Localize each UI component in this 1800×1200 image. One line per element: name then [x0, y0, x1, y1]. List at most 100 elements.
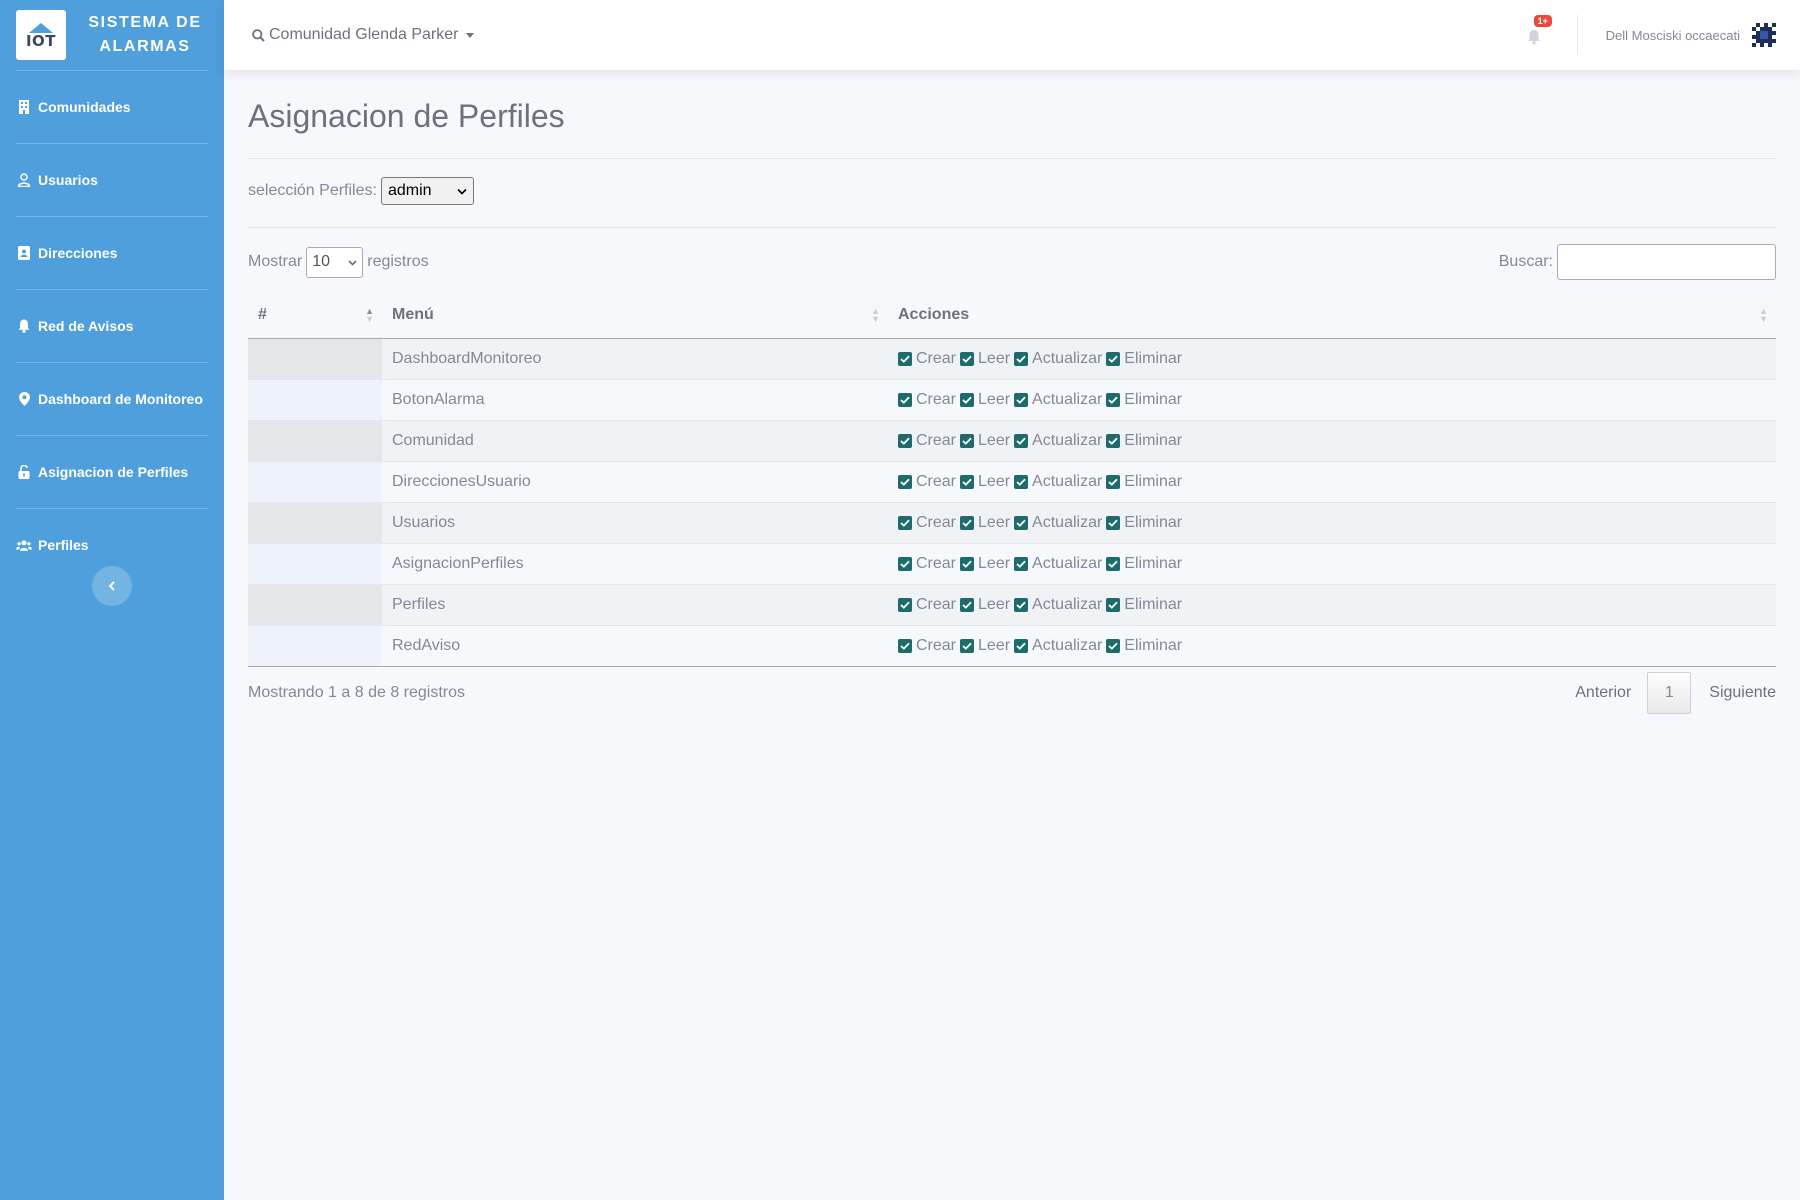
- table-row: AsignacionPerfiles Crear Leer Actualizar Eli…: [248, 543, 1776, 585]
- permission-checkbox[interactable]: [1106, 474, 1121, 489]
- sidebar-item-usuarios[interactable]: Usuarios: [0, 144, 224, 216]
- users-icon: [16, 537, 32, 553]
- permission-checkbox[interactable]: [1014, 515, 1029, 530]
- brand-title: SISTEMA DE ALARMAS: [88, 14, 202, 55]
- column-header-label: #: [258, 305, 267, 323]
- permission-label: Crear: [916, 513, 957, 531]
- permission-checkbox[interactable]: [1014, 351, 1029, 366]
- permission-checkbox[interactable]: [1106, 433, 1121, 448]
- community-dropdown[interactable]: Comunidad Glenda Parker: [252, 26, 475, 44]
- permission-label: Crear: [916, 349, 957, 367]
- permission-checkbox[interactable]: [1014, 474, 1029, 489]
- menu-cell: AsignacionPerfiles: [382, 543, 888, 585]
- permission-checkbox[interactable]: [960, 351, 975, 366]
- menu-cell: Perfiles: [382, 584, 888, 626]
- permission-checkbox[interactable]: [960, 638, 975, 653]
- sidebar-item-comunidades[interactable]: Comunidades: [0, 71, 224, 143]
- permission-checkbox[interactable]: [960, 597, 975, 612]
- permission-checkbox[interactable]: [1106, 556, 1121, 571]
- permission-checkbox[interactable]: [1014, 556, 1029, 571]
- brand[interactable]: IOT SISTEMA DE ALARMAS: [0, 0, 224, 70]
- permission-checkbox[interactable]: [960, 515, 975, 530]
- table-header-row: # ▲ ▼ Menú ▲ ▼ Acciones ▲ ▼: [248, 292, 1776, 339]
- column-header-menu[interactable]: Menú ▲ ▼: [382, 292, 888, 339]
- permission-checkbox[interactable]: [1106, 515, 1121, 530]
- permission-checkbox[interactable]: [898, 597, 912, 612]
- permission-label: Eliminar: [1124, 472, 1183, 490]
- permission-checkbox[interactable]: [1106, 392, 1121, 407]
- user-name[interactable]: Dell Mosciski occaecati: [1606, 28, 1740, 43]
- page-length-select[interactable]: 10: [306, 246, 364, 278]
- permission-checkbox[interactable]: [1014, 638, 1029, 653]
- sidebar-item-dashboard-monitoreo[interactable]: Dashboard de Monitoreo: [0, 363, 224, 435]
- permission-checkbox[interactable]: [1106, 597, 1121, 612]
- column-header-number[interactable]: # ▲ ▼: [248, 292, 382, 339]
- sidebar-item-label: Perfiles: [38, 537, 89, 553]
- permission-label: Leer: [978, 390, 1011, 408]
- menu-cell: DireccionesUsuario: [382, 461, 888, 503]
- search-input[interactable]: [1557, 244, 1776, 280]
- table-row: Comunidad Crear Leer Actualizar Eliminar: [248, 420, 1776, 462]
- permission-checkbox[interactable]: [1014, 433, 1029, 448]
- permission-label: Leer: [978, 431, 1011, 449]
- permission-checkbox[interactable]: [960, 556, 975, 571]
- map-marker-icon: [16, 391, 32, 407]
- pagination-next[interactable]: Siguiente: [1709, 684, 1776, 702]
- avatar[interactable]: [1748, 19, 1780, 51]
- table-row: Perfiles Crear Leer Actualizar Eliminar: [248, 584, 1776, 626]
- permission-checkbox[interactable]: [898, 515, 912, 530]
- community-name: Comunidad Glenda Parker: [269, 26, 459, 43]
- pagination-page[interactable]: 1: [1647, 671, 1692, 714]
- permission-checkbox[interactable]: [1106, 351, 1121, 366]
- sidebar-item-asignacion-perfiles[interactable]: Asignacion de Perfiles: [0, 436, 224, 508]
- actions-cell: Crear Leer Actualizar Eliminar: [888, 379, 1776, 421]
- pagination-previous[interactable]: Anterior: [1575, 684, 1631, 702]
- permission-checkbox[interactable]: [960, 392, 975, 407]
- profile-select[interactable]: admin: [380, 177, 474, 205]
- sidebar-toggle-button[interactable]: [92, 566, 132, 606]
- permission-label: Leer: [978, 595, 1011, 613]
- permission-checkbox[interactable]: [898, 351, 912, 366]
- permission-checkbox[interactable]: [1106, 638, 1121, 653]
- permission-checkbox[interactable]: [960, 433, 975, 448]
- permission-checkbox[interactable]: [1014, 392, 1029, 407]
- profile-select-label: selección Perfiles:: [248, 182, 377, 199]
- sort-icon: ▲ ▼: [1759, 306, 1768, 324]
- menu-cell: RedAviso: [382, 625, 888, 667]
- permission-checkbox[interactable]: [898, 392, 912, 407]
- sidebar-item-direcciones[interactable]: Direcciones: [0, 217, 224, 289]
- permission-label: Actualizar: [1032, 636, 1103, 654]
- profile-selector-row: selección Perfiles: admin: [248, 177, 1776, 205]
- permission-label: Actualizar: [1032, 554, 1103, 572]
- permission-checkbox[interactable]: [1014, 597, 1029, 612]
- permission-label: Eliminar: [1124, 390, 1183, 408]
- actions-cell: Crear Leer Actualizar Eliminar: [888, 543, 1776, 585]
- permission-checkbox[interactable]: [898, 433, 912, 448]
- address-card-icon: [16, 245, 32, 261]
- permission-label: Actualizar: [1032, 472, 1103, 490]
- row-number-cell: [248, 584, 382, 626]
- search-wrap: Buscar:: [1499, 244, 1776, 280]
- menu-cell: Usuarios: [382, 502, 888, 544]
- sidebar: IOT SISTEMA DE ALARMAS Comunidades Usuar…: [0, 0, 224, 1200]
- brand-logo: IOT: [16, 10, 66, 60]
- permission-checkbox[interactable]: [898, 556, 912, 571]
- permission-label: Actualizar: [1032, 513, 1103, 531]
- permission-checkbox[interactable]: [898, 638, 912, 653]
- user-icon: [16, 172, 32, 188]
- sidebar-item-label: Comunidades: [38, 99, 131, 115]
- sidebar-item-red-de-avisos[interactable]: Red de Avisos: [0, 290, 224, 362]
- chevron-down-icon: [457, 182, 467, 200]
- alerts-badge: 1+: [1533, 15, 1552, 27]
- profile-select-value: admin: [387, 182, 432, 199]
- alerts-button[interactable]: 1+: [1527, 15, 1552, 45]
- permission-checkbox[interactable]: [898, 474, 912, 489]
- search-label: Buscar:: [1498, 253, 1553, 270]
- sidebar-item-label: Direcciones: [38, 245, 118, 261]
- permission-checkbox[interactable]: [960, 474, 975, 489]
- page-length-value: 10: [312, 253, 331, 270]
- actions-cell: Crear Leer Actualizar Eliminar: [888, 338, 1776, 380]
- sort-icon: ▲ ▼: [871, 306, 880, 324]
- column-header-acciones[interactable]: Acciones ▲ ▼: [888, 292, 1776, 339]
- row-number-cell: [248, 338, 382, 380]
